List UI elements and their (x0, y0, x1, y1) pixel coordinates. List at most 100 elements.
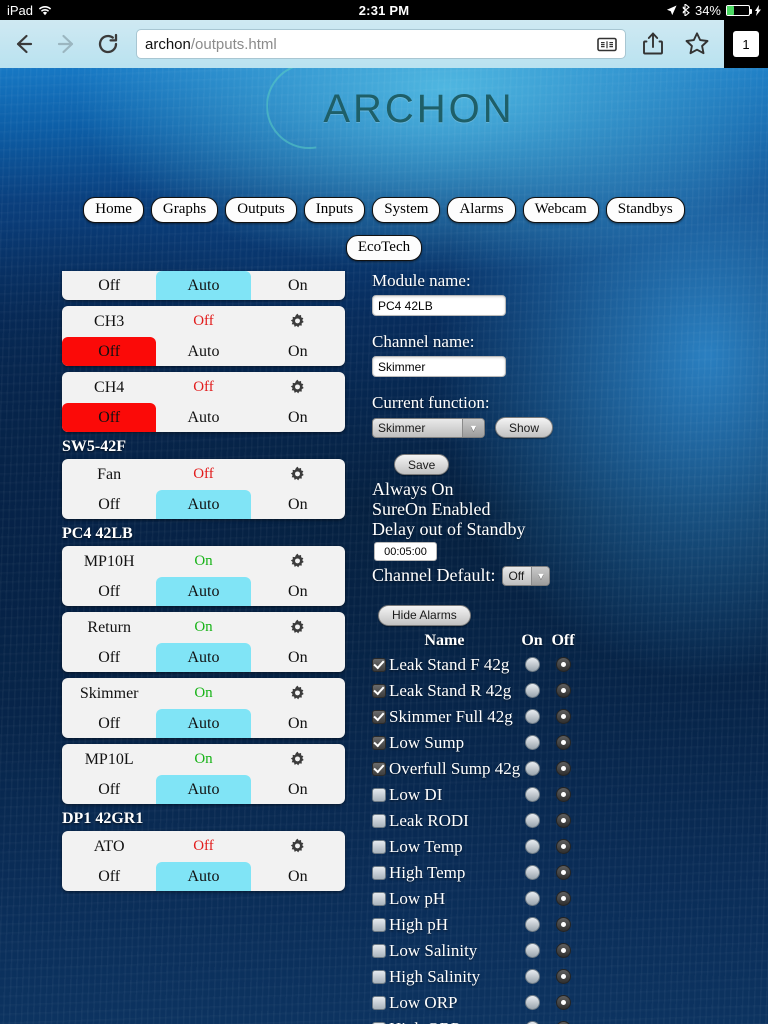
output-mode-off-button[interactable]: Off (62, 775, 156, 804)
alarm-on-radio[interactable] (524, 891, 540, 907)
output-mode-on-button[interactable]: On (251, 643, 345, 672)
output-mode-on-button[interactable]: On (251, 337, 345, 366)
alarm-enable-checkbox[interactable] (372, 813, 386, 828)
always-on-label[interactable]: Always On (372, 479, 672, 499)
alarm-on-radio[interactable] (524, 761, 540, 777)
alarm-enable-checkbox[interactable] (372, 735, 386, 750)
alarm-off-radio[interactable] (555, 943, 571, 959)
alarm-on-radio[interactable] (524, 865, 540, 881)
output-mode-on-button[interactable]: On (251, 403, 345, 432)
output-mode-auto-button[interactable]: Auto (156, 709, 251, 738)
gear-icon[interactable] (251, 619, 345, 636)
output-mode-auto-button[interactable]: Auto (156, 490, 251, 519)
alarm-on-radio[interactable] (524, 657, 540, 673)
alarm-on-radio[interactable] (524, 709, 540, 725)
nav-item-graphs[interactable]: Graphs (150, 197, 219, 223)
output-mode-on-button[interactable]: On (251, 709, 345, 738)
output-mode-off-button[interactable]: Off (62, 643, 156, 672)
gear-icon[interactable] (251, 313, 345, 330)
alarm-enable-checkbox[interactable] (372, 709, 386, 724)
hide-alarms-button[interactable]: Hide Alarms (378, 604, 471, 626)
alarm-on-radio[interactable] (524, 995, 540, 1011)
alarm-on-radio[interactable] (524, 735, 540, 751)
alarm-on-radio[interactable] (524, 839, 540, 855)
alarm-on-radio[interactable] (524, 813, 540, 829)
nav-item-inputs[interactable]: Inputs (303, 197, 366, 223)
output-mode-auto-button[interactable]: Auto (156, 403, 250, 432)
alarm-enable-checkbox[interactable] (372, 995, 386, 1010)
share-icon[interactable] (636, 27, 670, 61)
alarm-off-radio[interactable] (555, 917, 571, 933)
alarm-off-radio[interactable] (555, 969, 571, 985)
output-mode-off-button[interactable]: Off (62, 337, 157, 366)
gear-icon[interactable] (251, 685, 345, 702)
nav-item-system[interactable]: System (372, 197, 441, 223)
gear-icon[interactable] (251, 466, 345, 483)
alarm-on-radio[interactable] (524, 917, 540, 933)
tab-count-button[interactable]: 1 (724, 20, 768, 68)
nav-item-ecotech[interactable]: EcoTech (345, 235, 423, 261)
channel-default-select[interactable]: Off ▼ (502, 565, 551, 586)
alarm-enable-checkbox[interactable] (372, 865, 386, 880)
alarm-off-radio[interactable] (555, 865, 571, 881)
output-mode-auto-button[interactable]: Auto (156, 337, 250, 366)
output-mode-auto-button[interactable]: Auto (156, 862, 251, 891)
alarm-off-radio[interactable] (555, 891, 571, 907)
alarm-enable-checkbox[interactable] (372, 787, 386, 802)
bookmark-star-icon[interactable] (680, 27, 714, 61)
alarm-on-radio[interactable] (524, 969, 540, 985)
output-mode-off-button[interactable]: Off (62, 709, 156, 738)
alarm-enable-checkbox[interactable] (372, 917, 386, 932)
gear-icon[interactable] (251, 379, 345, 396)
output-mode-off-button[interactable]: Off (62, 490, 156, 519)
url-input[interactable]: archon/outputs.html (136, 29, 626, 59)
output-mode-off-button[interactable]: Off (62, 271, 156, 300)
forward-arrow-icon[interactable] (50, 28, 82, 60)
channel-name-input[interactable]: Skimmer (372, 356, 506, 377)
output-mode-auto-button[interactable]: Auto (156, 271, 251, 300)
alarm-off-radio[interactable] (555, 709, 571, 725)
reader-view-icon[interactable] (597, 37, 617, 52)
nav-item-standbys[interactable]: Standbys (605, 197, 685, 223)
alarm-on-radio[interactable] (524, 683, 540, 699)
alarm-off-radio[interactable] (555, 735, 571, 751)
module-name-input[interactable]: PC4 42LB (372, 295, 506, 316)
output-mode-auto-button[interactable]: Auto (156, 643, 251, 672)
output-mode-on-button[interactable]: On (251, 775, 345, 804)
alarm-off-radio[interactable] (555, 839, 571, 855)
alarm-enable-checkbox[interactable] (372, 683, 386, 698)
alarm-off-radio[interactable] (555, 787, 571, 803)
alarm-off-radio[interactable] (555, 683, 571, 699)
show-button[interactable]: Show (495, 417, 554, 438)
alarm-off-radio[interactable] (555, 761, 571, 777)
alarm-on-radio[interactable] (524, 787, 540, 803)
nav-item-alarms[interactable]: Alarms (447, 197, 516, 223)
alarm-enable-checkbox[interactable] (372, 891, 386, 906)
nav-item-webcam[interactable]: Webcam (522, 197, 599, 223)
alarm-enable-checkbox[interactable] (372, 943, 386, 958)
alarm-off-radio[interactable] (555, 813, 571, 829)
sureon-enabled-label[interactable]: SureOn Enabled (372, 499, 672, 519)
nav-item-outputs[interactable]: Outputs (225, 197, 297, 223)
alarm-enable-checkbox[interactable] (372, 969, 386, 984)
gear-icon[interactable] (251, 553, 345, 570)
current-function-select[interactable]: Skimmer ▼ (372, 417, 485, 438)
output-mode-on-button[interactable]: On (251, 862, 345, 891)
output-mode-auto-button[interactable]: Auto (156, 775, 251, 804)
alarm-off-radio[interactable] (555, 995, 571, 1011)
output-mode-on-button[interactable]: On (251, 271, 345, 300)
back-arrow-icon[interactable] (8, 28, 40, 60)
output-mode-off-button[interactable]: Off (62, 403, 157, 432)
alarm-enable-checkbox[interactable] (372, 657, 386, 672)
alarm-enable-checkbox[interactable] (372, 761, 386, 776)
alarm-on-radio[interactable] (524, 943, 540, 959)
reload-icon[interactable] (92, 28, 124, 60)
alarm-enable-checkbox[interactable] (372, 839, 386, 854)
output-mode-off-button[interactable]: Off (62, 577, 156, 606)
output-mode-on-button[interactable]: On (251, 577, 345, 606)
delay-input[interactable]: 00:05:00 (374, 542, 437, 562)
alarm-off-radio[interactable] (555, 657, 571, 673)
gear-icon[interactable] (251, 751, 345, 768)
nav-item-home[interactable]: Home (83, 197, 144, 223)
output-mode-on-button[interactable]: On (251, 490, 345, 519)
